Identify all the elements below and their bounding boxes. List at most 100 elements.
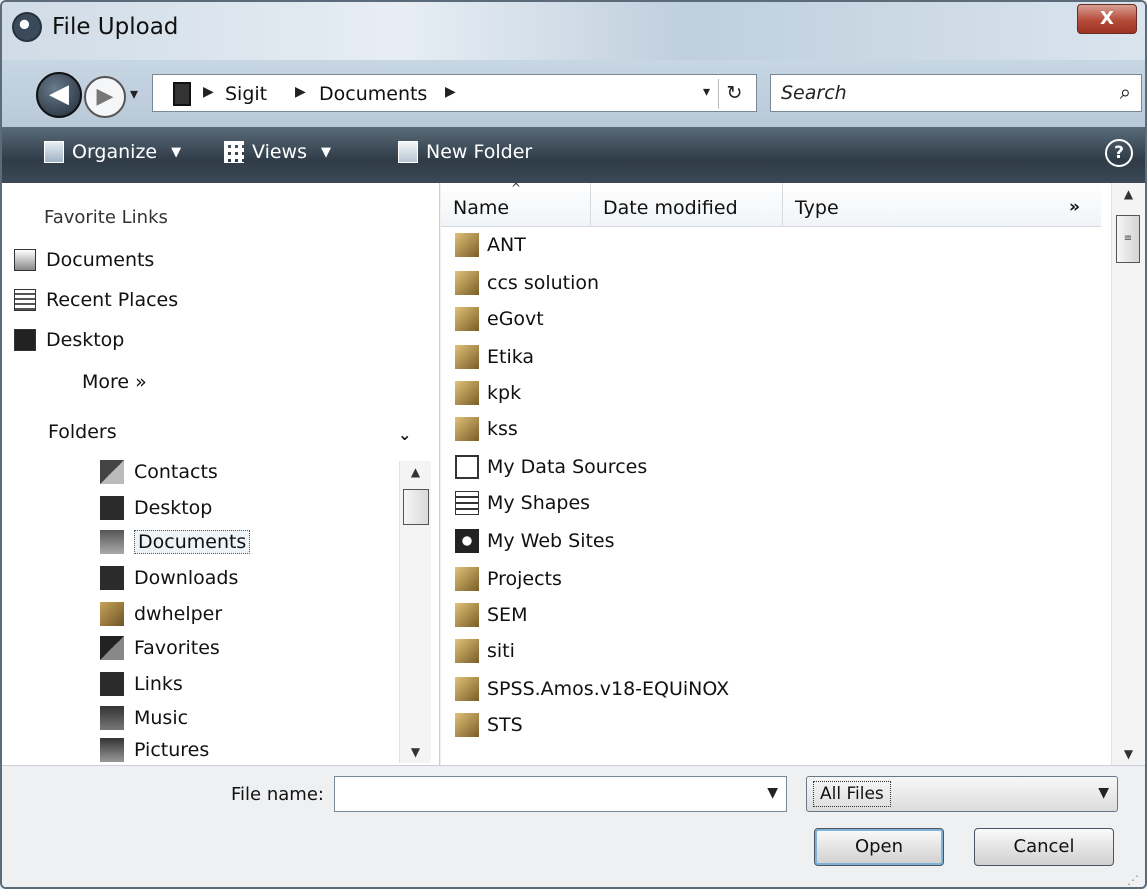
search-icon[interactable]: ⌕ [1120,80,1131,104]
folder-tree-item-desktop[interactable]: Desktop [100,493,212,523]
scroll-down-icon[interactable]: ▼ [1112,747,1145,761]
file-list-item[interactable]: My Web Sites [455,525,615,557]
folder-icon [455,677,479,701]
help-icon[interactable]: ? [1105,139,1133,167]
breadcrumb-sigit[interactable]: Sigit [225,83,267,105]
file-list-item[interactable]: Projects [455,563,562,595]
web-sites-icon [455,529,479,553]
folder-tree-item-links[interactable]: Links [100,669,183,699]
file-name-input[interactable] [335,777,756,811]
file-list-scrollbar[interactable]: ▲ ≡ ▼ [1111,183,1145,765]
file-list-item[interactable]: STS [455,709,523,741]
address-dropdown-icon[interactable]: ▾ [703,84,710,100]
favorite-link-documents[interactable]: Documents [14,249,154,271]
folder-icon [455,381,479,405]
breadcrumb-separator-icon[interactable]: ▶ [203,84,214,100]
folder-tree-label: Desktop [134,497,213,519]
chevron-down-icon: ▼ [171,144,182,160]
file-list-item[interactable]: SPSS.Amos.v18-EQUiNOX [455,673,729,705]
file-list-item[interactable]: My Data Sources [455,451,647,483]
search-box[interactable]: ⌕ [770,74,1142,112]
new-folder-button[interactable]: New Folder [398,141,532,163]
scroll-thumb[interactable]: ≡ [1116,215,1140,263]
file-list-item[interactable]: ccs solution [455,267,599,299]
open-button[interactable]: Open [814,828,944,866]
folder-icon [455,603,479,627]
favorite-link-recent-places[interactable]: Recent Places [14,289,178,311]
file-type-filter[interactable]: All Files ▼ [806,776,1118,812]
folder-tree-label: Links [134,673,183,695]
back-button[interactable]: ◀ [36,72,82,118]
favorite-link-label: Documents [46,249,155,271]
folder-tree-item-dwhelper[interactable]: dwhelper [100,599,222,629]
organize-menu[interactable]: Organize ▼ [44,141,181,163]
chevron-down-icon[interactable]: ▼ [1098,785,1109,801]
folder-icon [455,639,479,663]
file-name: eGovt [487,308,544,330]
scroll-up-icon[interactable]: ▲ [1112,187,1145,201]
refresh-icon[interactable]: ↻ [718,79,750,109]
file-list-item[interactable]: Etika [455,341,534,373]
organize-icon [44,141,64,163]
views-menu[interactable]: Views ▼ [224,141,331,163]
title-bar: File Upload X [2,2,1145,60]
more-links-button[interactable]: More » [82,371,147,393]
file-list-item[interactable]: siti [455,635,515,667]
folder-icon [455,713,479,737]
folder-tree-item-pictures[interactable]: Pictures [100,737,209,763]
breadcrumb-documents[interactable]: Documents [319,83,427,105]
file-name-combobox[interactable]: ▼ [334,776,787,812]
file-list-item[interactable]: ANT [455,229,526,261]
favorite-link-desktop[interactable]: Desktop [14,329,124,351]
folder-tree-item-music[interactable]: Music [100,703,188,733]
scroll-up-icon[interactable]: ▲ [400,465,431,479]
folders-title[interactable]: Folders [48,421,117,443]
scroll-down-icon[interactable]: ▼ [400,745,431,759]
folder-icon [455,307,479,331]
address-folder-icon [173,82,191,106]
views-icon [224,141,244,163]
file-list-item[interactable]: SEM [455,599,527,631]
chevron-down-icon[interactable]: ⌄ [398,425,411,444]
more-columns-icon[interactable]: » [1069,197,1080,217]
navigation-pane: Favorite Links Documents Recent Places D… [2,183,440,765]
search-input[interactable] [771,75,1141,111]
column-header-name[interactable]: ^ Name [441,181,591,227]
favorite-link-label: Recent Places [46,289,179,311]
forward-button[interactable]: ▶ [84,76,126,118]
chevron-down-icon[interactable]: ▼ [767,785,778,801]
recent-pages-dropdown[interactable]: ▾ [130,84,138,103]
scroll-thumb[interactable] [403,489,429,525]
file-list-item[interactable]: My Shapes [455,487,590,519]
folder-icon [455,233,479,257]
column-header-date-modified[interactable]: Date modified [591,183,783,227]
breadcrumb-separator-icon[interactable]: ▶ [445,84,456,100]
file-name: My Data Sources [487,456,648,478]
column-header-type[interactable]: Type [783,183,953,227]
close-button[interactable]: X [1077,4,1137,34]
resize-grip-icon[interactable]: ⋰ [1127,873,1139,887]
app-icon [12,12,42,42]
file-list-item[interactable]: eGovt [455,303,544,335]
new-folder-label: New Folder [426,141,533,163]
column-header-label: Type [795,197,839,219]
file-list-item[interactable]: kpk [455,377,521,409]
folder-tree-item-contacts[interactable]: Contacts [100,457,218,487]
address-bar[interactable]: ▶ Sigit ▶ Documents ▶ ▾ ↻ [152,74,757,112]
folder-tree-scrollbar[interactable]: ▲ ▼ [399,461,431,763]
file-name: siti [487,640,515,662]
window-title: File Upload [52,14,179,40]
folder-tree-label: Favorites [134,637,220,659]
folder-tree-item-documents[interactable]: Documents [100,527,251,557]
folder-icon [455,567,479,591]
file-name-label: File name: [231,784,324,805]
file-name: STS [487,714,523,736]
breadcrumb-separator-icon[interactable]: ▶ [295,84,306,100]
folder-tree-item-downloads[interactable]: Downloads [100,563,238,593]
file-name: Projects [487,568,562,590]
views-label: Views [252,141,307,163]
file-upload-dialog: File Upload X ◀ ▶ ▾ ▶ Sigit ▶ Documents … [0,0,1147,889]
cancel-button[interactable]: Cancel [974,828,1114,866]
folder-tree-item-favorites[interactable]: Favorites [100,633,220,663]
file-list-item[interactable]: kss [455,413,518,445]
